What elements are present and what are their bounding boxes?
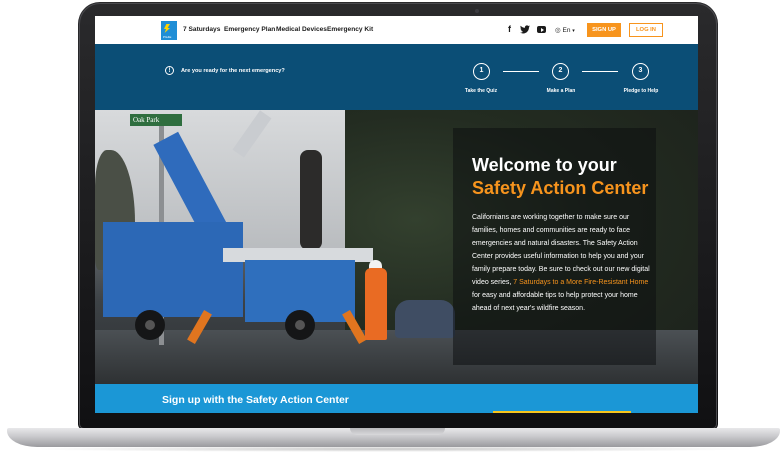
signup-button-edge[interactable] xyxy=(493,411,631,413)
caret-down-icon: ▾ xyxy=(572,28,575,34)
readiness-question[interactable]: Are you ready for the next emergency? xyxy=(181,68,285,74)
readiness-banner: ! Are you ready for the next emergency? … xyxy=(95,44,698,110)
sign-up-button[interactable]: SIGN UP xyxy=(587,23,621,37)
hero-section: Oak Park Welcome to your Safety Action C… xyxy=(95,110,698,384)
nav-link-7-saturdays[interactable]: 7 Saturdays xyxy=(183,26,220,33)
nav-link-medical-devices[interactable]: Medical Devices xyxy=(276,26,327,33)
youtube-icon[interactable] xyxy=(537,26,546,33)
signup-section: Sign up with the Safety Action Center xyxy=(95,384,698,413)
pge-logo[interactable]: PG&E xyxy=(161,21,177,40)
truck-wheel xyxy=(135,310,165,340)
hero-body-part2: for easy and affordable tips to help pro… xyxy=(472,292,638,312)
hero-body-part1: Californians are working together to mak… xyxy=(472,214,650,286)
step-connector xyxy=(582,71,618,73)
laptop-base xyxy=(7,428,780,447)
hero-title-accent: Safety Action Center xyxy=(472,178,649,198)
step-1-circle[interactable]: 1 xyxy=(473,63,490,80)
twitter-icon[interactable] xyxy=(520,25,530,34)
facebook-icon[interactable]: f xyxy=(508,24,511,34)
nav-link-emergency-kit[interactable]: Emergency Kit xyxy=(327,26,373,33)
language-selector[interactable]: ◎ En ▾ xyxy=(555,26,575,34)
step-connector xyxy=(503,71,539,73)
hero-title: Welcome to your xyxy=(472,155,617,175)
hero-body-text: Californians are working together to mak… xyxy=(472,211,650,315)
truck-equipment xyxy=(300,150,322,250)
step-2-circle[interactable]: 2 xyxy=(552,63,569,80)
seven-saturdays-link[interactable]: 7 Saturdays to a More Fire-Resistant Hom… xyxy=(513,279,648,286)
step-3-label[interactable]: Pledge to Help xyxy=(624,88,659,94)
parked-car xyxy=(395,300,455,338)
laptop-notch xyxy=(350,428,445,435)
browser-screen: PG&E 7 Saturdays Emergency Plan Medical … xyxy=(95,16,698,413)
top-nav: PG&E 7 Saturdays Emergency Plan Medical … xyxy=(95,16,698,44)
nav-link-emergency-plan[interactable]: Emergency Plan xyxy=(224,26,275,33)
globe-icon: ◎ xyxy=(555,27,561,34)
info-icon: ! xyxy=(165,66,174,75)
signup-heading: Sign up with the Safety Action Center xyxy=(162,394,349,406)
language-label: En xyxy=(562,27,571,34)
step-1-label[interactable]: Take the Quiz xyxy=(465,88,497,94)
log-in-button[interactable]: LOG IN xyxy=(629,23,663,37)
step-2-label[interactable]: Make a Plan xyxy=(547,88,576,94)
camera-dot xyxy=(475,9,479,13)
utility-worker xyxy=(365,268,387,340)
street-sign: Oak Park xyxy=(130,114,182,126)
utility-truck-cab xyxy=(103,222,243,317)
truck-wheel xyxy=(285,310,315,340)
step-3-circle[interactable]: 3 xyxy=(632,63,649,80)
